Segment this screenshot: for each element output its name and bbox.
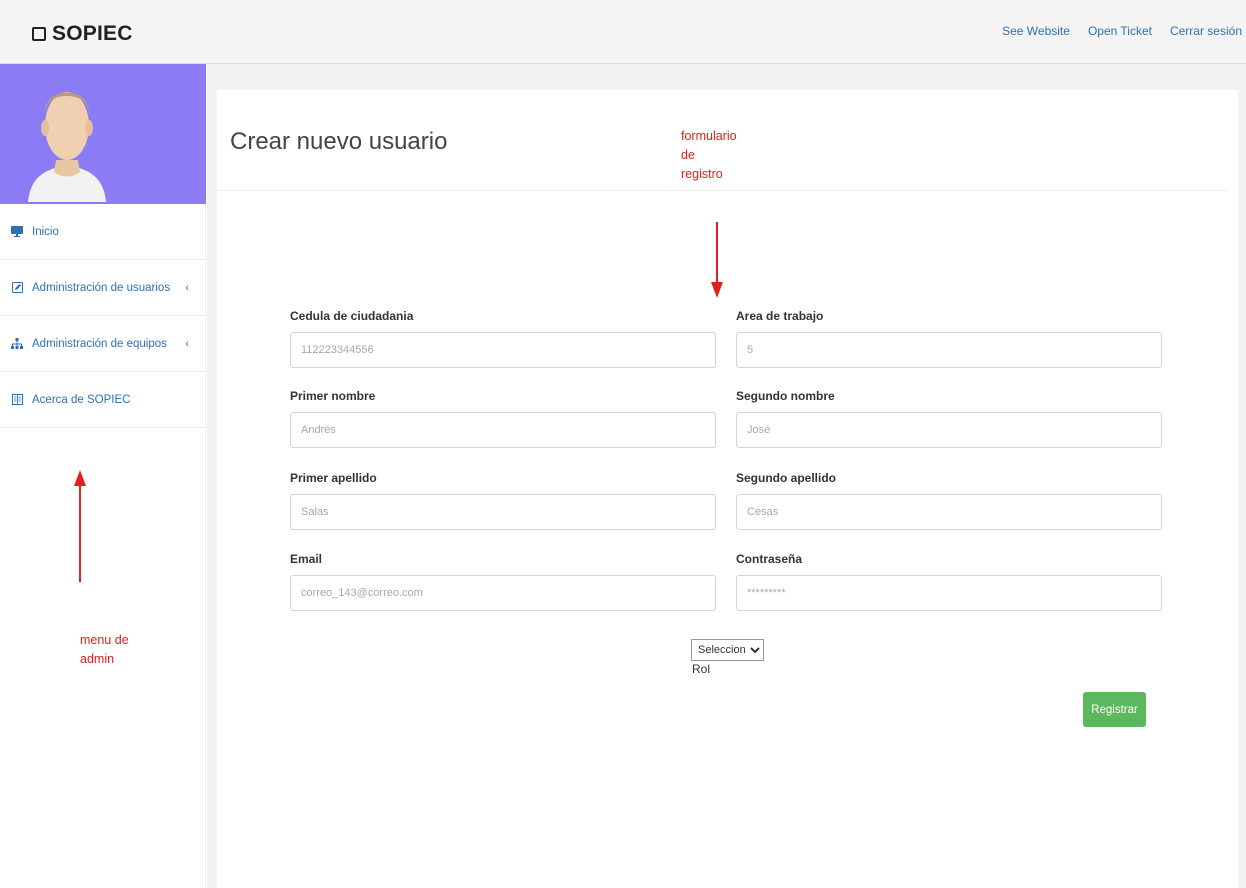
sidebar-item-label: Administración de usuarios	[32, 281, 171, 294]
page-title: Crear nuevo usuario	[230, 128, 448, 155]
monitor-icon	[10, 226, 24, 237]
open-ticket-link[interactable]: Open Ticket	[1088, 24, 1152, 38]
note-line: formulario	[681, 129, 737, 143]
email-field[interactable]	[290, 575, 716, 611]
see-website-link[interactable]: See Website	[1002, 24, 1070, 38]
cedula-input[interactable]	[290, 332, 716, 368]
avatar-panel	[0, 64, 206, 204]
admin-menu: Inicio Administración de usuarios ‹ Admi…	[0, 204, 205, 428]
sidebar-item-about[interactable]: Acerca de SOPIEC	[0, 372, 205, 428]
primer-apellido-label: Primer apellido	[290, 471, 377, 485]
square-icon	[32, 27, 46, 41]
area-input[interactable]	[736, 332, 1162, 368]
edit-icon	[10, 282, 24, 293]
divider	[217, 190, 1227, 191]
note-line: registro	[681, 167, 723, 181]
chevron-left-icon[interactable]: ‹	[185, 338, 189, 350]
sidebar-item-users[interactable]: Administración de usuarios ‹	[0, 260, 205, 316]
sitemap-icon	[10, 338, 24, 349]
registrar-button[interactable]: Registrar	[1083, 692, 1146, 727]
segundo-apellido-input[interactable]	[736, 494, 1162, 530]
password-label: Contraseña	[736, 552, 803, 566]
note-line: admin	[80, 652, 115, 666]
chevron-left-icon[interactable]: ‹	[185, 282, 189, 294]
brand-name: SOPIEC	[52, 22, 133, 45]
sidebar-item-label: Acerca de SOPIEC	[32, 393, 131, 406]
form-arrow	[711, 222, 723, 298]
rol-label: Rol	[692, 662, 711, 676]
admin-menu-note: menu de admin	[80, 631, 140, 669]
sidebar-item-label: Inicio	[32, 225, 59, 238]
segundo-apellido-label: Segundo apellido	[736, 471, 837, 485]
note-line: menu de	[80, 633, 129, 647]
admin-menu-arrow	[74, 470, 86, 582]
rol-select[interactable]: Seleccionar	[691, 639, 764, 661]
primer-nombre-input[interactable]	[290, 412, 716, 448]
book-icon	[10, 394, 24, 405]
cedula-label: Cedula de ciudadania	[290, 309, 414, 323]
primer-nombre-label: Primer nombre	[290, 389, 376, 403]
segundo-nombre-input[interactable]	[736, 412, 1162, 448]
sidebar: Inicio Administración de usuarios ‹ Admi…	[0, 64, 206, 888]
segundo-nombre-label: Segundo nombre	[736, 389, 835, 403]
primer-apellido-input[interactable]	[290, 494, 716, 530]
brand-logo[interactable]: SOPIEC	[32, 22, 133, 46]
sidebar-item-equipos[interactable]: Administración de equipos ‹	[0, 316, 205, 372]
logout-link[interactable]: Cerrar sesión	[1170, 24, 1242, 38]
area-label: Area de trabajo	[736, 309, 824, 323]
form-card: Crear nuevo usuario	[217, 90, 1238, 888]
sidebar-item-label: Administración de equipos	[32, 337, 167, 350]
sidebar-item-inicio[interactable]: Inicio	[0, 204, 205, 260]
note-line: de	[681, 148, 695, 162]
user-avatar-icon	[28, 92, 106, 202]
password-field[interactable]	[736, 575, 1162, 611]
top-links: See Website Open Ticket Cerrar sesión	[1002, 24, 1242, 38]
form-note: formulario de registro	[681, 127, 761, 184]
top-navbar: SOPIEC See Website Open Ticket Cerrar se…	[0, 0, 1246, 64]
email-label: Email	[290, 552, 323, 566]
